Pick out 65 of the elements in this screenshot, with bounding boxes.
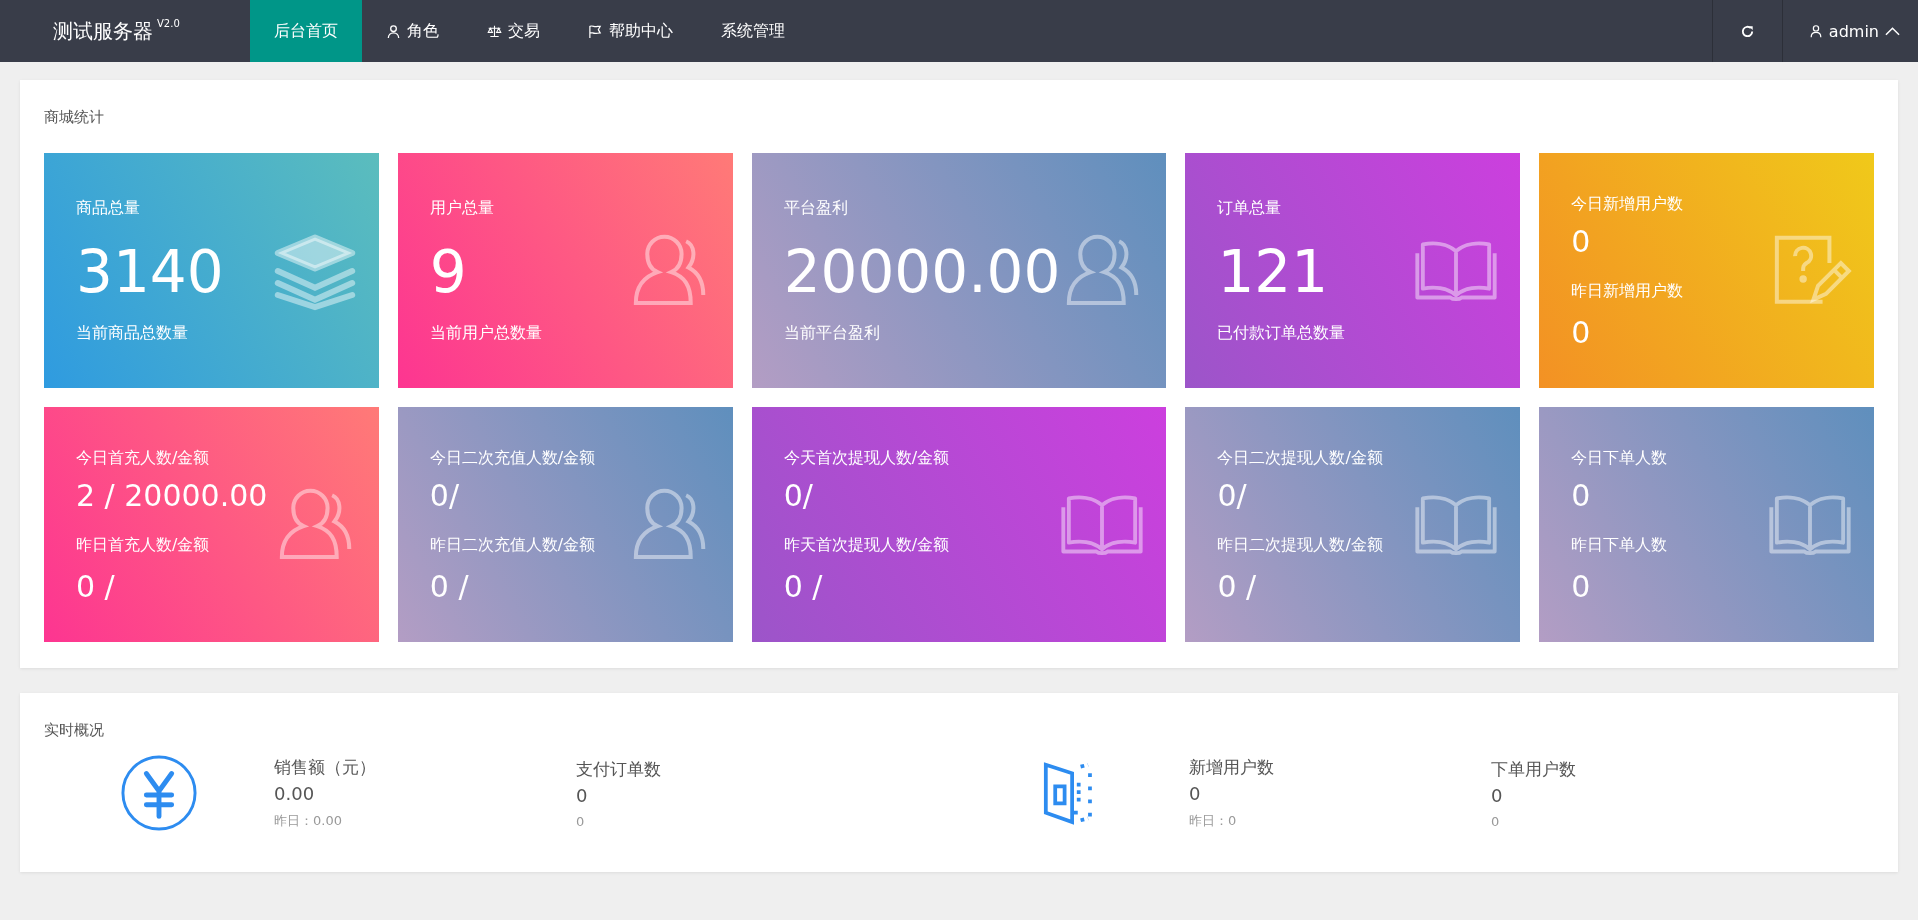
card-title: 今日二次提现人数/金额 <box>1217 447 1383 469</box>
stat-value: 0 <box>1189 783 1202 804</box>
stat-value: 0 <box>576 784 589 806</box>
card-title: 昨天首次提现人数/金额 <box>783 534 949 556</box>
card-title: 昨日新增用户数 <box>1571 280 1684 302</box>
card-value: 0 <box>1571 226 1592 257</box>
stat-label: 销售额（元） <box>274 756 377 779</box>
user-menu[interactable]: admin <box>1781 0 1918 62</box>
card-value: 20000.00 <box>783 242 1061 301</box>
nav-tab[interactable]: 后台首页 <box>250 0 362 62</box>
card-value: 0 / <box>1217 571 1258 602</box>
nav-tab[interactable]: 角色 <box>362 0 463 62</box>
card-value: 0 / <box>783 571 824 602</box>
card-value: 2 / 20000.00 <box>76 480 268 511</box>
stat-previous: 昨日：0 <box>1189 812 1238 830</box>
nav-tab[interactable]: 帮助中心 <box>564 0 697 62</box>
panel-title: 实时概况 <box>44 721 105 740</box>
card-value: 3140 <box>76 242 224 301</box>
card-value: 0/ <box>429 480 460 511</box>
person-icon <box>1808 24 1823 38</box>
card-value: 0 / <box>429 571 470 602</box>
card-title: 昨日二次提现人数/金额 <box>1217 534 1383 556</box>
caret-up-icon <box>1885 26 1900 36</box>
card-value: 121 <box>1217 242 1330 301</box>
card-value: 0 <box>1571 571 1592 602</box>
card-title: 平台盈利 <box>783 197 849 219</box>
stat-previous: 昨日：0.00 <box>274 812 343 830</box>
card-title: 昨日二次充值人数/金额 <box>429 534 596 556</box>
card-title: 昨日下单人数 <box>1571 534 1668 556</box>
stat-label: 新增用户数 <box>1189 756 1275 779</box>
card-value: 0/ <box>1217 480 1248 511</box>
stat-label: 支付订单数 <box>576 757 662 781</box>
card-value: 0 <box>1571 317 1592 348</box>
card-subtitle: 当前商品总数量 <box>76 322 189 344</box>
card-value: 0 / <box>76 571 116 602</box>
brand-name: 测试服务器 <box>53 17 153 45</box>
stat-label: 下单用户数 <box>1491 757 1577 781</box>
person-icon <box>386 23 401 39</box>
card-title: 昨日首充人数/金额 <box>76 534 211 556</box>
yuan-icon <box>120 754 198 832</box>
card-subtitle: 当前平台盈利 <box>783 322 881 344</box>
card-title: 订单总量 <box>1217 197 1283 219</box>
version-label: V2.0 <box>157 18 180 29</box>
card-title: 用户总量 <box>429 197 495 219</box>
card-title: 今天首次提现人数/金额 <box>783 447 949 469</box>
refresh-icon <box>1739 23 1755 39</box>
card-title: 商品总量 <box>76 197 141 219</box>
card-value: 0/ <box>783 480 814 511</box>
card-subtitle: 已付款订单总数量 <box>1217 322 1346 344</box>
stat-previous: 0 <box>1491 813 1501 829</box>
nav-tab[interactable]: 系统管理 <box>697 0 809 62</box>
stat-previous: 0 <box>576 813 586 829</box>
card-title: 今日下单人数 <box>1571 447 1668 469</box>
card-title: 今日新增用户数 <box>1571 193 1684 215</box>
stat-value: 0 <box>1491 784 1504 806</box>
panel-title: 商城统计 <box>44 108 105 127</box>
card-value: 9 <box>429 242 468 301</box>
flag-icon <box>588 23 603 39</box>
card-title: 今日二次充值人数/金额 <box>429 447 596 469</box>
card-value: 0 <box>1571 480 1592 511</box>
card-title: 今日首充人数/金额 <box>76 447 211 469</box>
nav-tab[interactable]: 交易 <box>463 0 564 62</box>
scale-icon <box>487 23 502 39</box>
card-subtitle: 当前用户总数量 <box>429 322 542 344</box>
stat-value: 0.00 <box>274 783 316 804</box>
